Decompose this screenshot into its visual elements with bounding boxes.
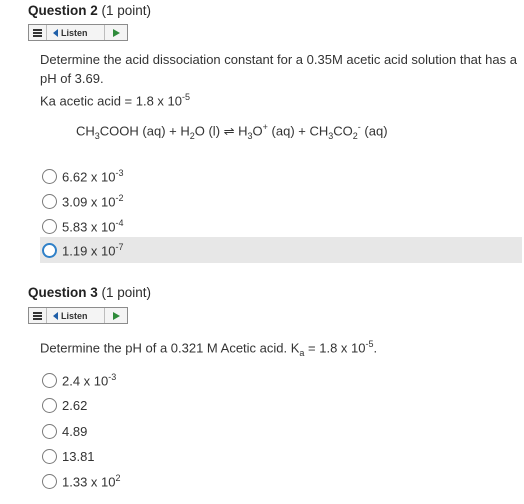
question-title: Question 2 (28, 3, 98, 18)
option-label: 6.62 x 10-3 (62, 167, 124, 185)
reaction-equation: CH3COOH (aq) + H2O (l) ⇌ H3O+ (aq) + CH3… (76, 122, 388, 141)
question-3-prompt: Determine the pH of a 0.321 M Acetic aci… (40, 339, 378, 358)
option-label: 2.4 x 10-3 (62, 371, 117, 389)
answer-option[interactable]: 1.33 x 102 (40, 468, 522, 494)
answer-option[interactable]: 5.83 x 10-4 (40, 213, 522, 239)
answer-option[interactable]: 6.62 x 10-3 (40, 163, 522, 189)
listen-label: Listen (61, 310, 88, 321)
radio-button[interactable] (42, 397, 57, 413)
prompt-line-2: pH of 3.69. (40, 71, 104, 86)
answer-option[interactable]: 3.09 x 10-2 (40, 188, 522, 214)
option-label: 1.19 x 10-7 (62, 241, 124, 259)
answer-option-hovered[interactable]: 1.19 x 10-7 (40, 237, 522, 263)
radio-button[interactable] (42, 218, 57, 234)
option-label: 4.89 (62, 423, 88, 439)
option-label: 1.33 x 102 (62, 472, 121, 490)
question-points: (1 point) (101, 3, 152, 18)
answer-option[interactable]: 2.4 x 10-3 (40, 367, 522, 393)
listen-button[interactable]: Listen (47, 25, 105, 40)
question-title: Question 3 (28, 285, 98, 300)
play-icon[interactable] (105, 25, 127, 40)
listen-button[interactable]: Listen (47, 308, 105, 323)
listen-label: Listen (61, 27, 88, 38)
prompt-line-1: Determine the acid dissociation constant… (40, 52, 517, 67)
radio-button[interactable] (42, 448, 57, 464)
radio-button[interactable] (42, 242, 57, 258)
ka-line: Ka acetic acid = 1.8 x 10-5 (40, 92, 191, 109)
speaker-icon (53, 28, 58, 37)
radio-button[interactable] (42, 168, 57, 184)
option-label: 3.09 x 10-2 (62, 192, 124, 210)
question-2-prompt: Determine the acid dissociation constant… (40, 50, 517, 110)
radio-button[interactable] (42, 193, 57, 209)
answer-option[interactable]: 4.89 (40, 418, 522, 444)
question-2-header: Question 2 (1 point) (28, 3, 151, 18)
radio-button[interactable] (42, 372, 57, 388)
menu-icon[interactable] (29, 25, 47, 40)
play-icon[interactable] (105, 308, 127, 323)
question-3-header: Question 3 (1 point) (28, 285, 151, 300)
answer-option[interactable]: 13.81 (40, 443, 522, 469)
option-label: 2.62 (62, 397, 88, 413)
listen-toolbar: Listen (28, 24, 128, 41)
menu-icon[interactable] (29, 308, 47, 323)
radio-button[interactable] (42, 473, 57, 489)
question-points: (1 point) (101, 285, 152, 300)
radio-button[interactable] (42, 423, 57, 439)
listen-toolbar: Listen (28, 307, 128, 324)
answer-option[interactable]: 2.62 (40, 392, 522, 418)
option-label: 5.83 x 10-4 (62, 217, 124, 235)
speaker-icon (53, 311, 58, 320)
option-label: 13.81 (62, 448, 95, 464)
